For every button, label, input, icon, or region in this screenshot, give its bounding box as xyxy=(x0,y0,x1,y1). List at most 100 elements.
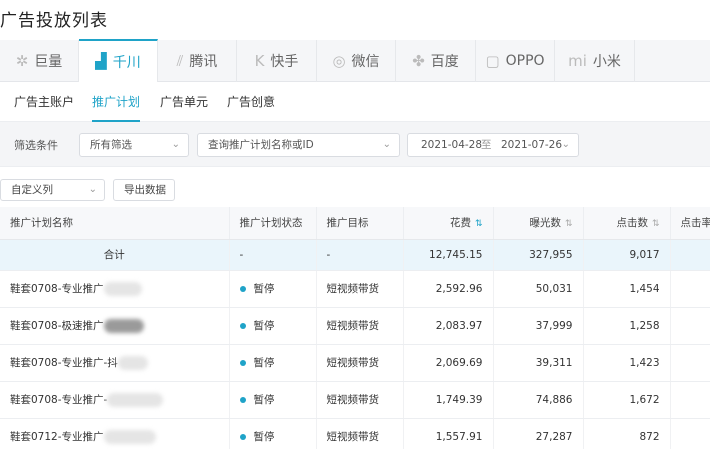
tab-tencent[interactable]: ⫽ 腾讯 xyxy=(158,40,237,82)
ad-list-page: 广告投放列表 ✲ 巨量 ▟ 千川 ⫽ 腾讯 K 快手 ◎ 微信 ✤ 百度 ▢ O… xyxy=(0,0,710,449)
juliang-icon: ✲ xyxy=(15,51,29,70)
campaign-impressions: 74,886 xyxy=(493,381,584,419)
campaign-clicks: 1,258 xyxy=(583,307,671,345)
col-header-name: 推广计划名称 xyxy=(0,207,230,240)
campaign-ctr xyxy=(670,307,710,345)
status-text: 暂停 xyxy=(253,283,275,295)
chevron-down-icon: ⌄ xyxy=(382,139,391,150)
total-ctr xyxy=(670,239,710,271)
col-header-cost[interactable]: 花费 ⇅ xyxy=(403,207,494,240)
campaign-ctr xyxy=(670,270,710,308)
table-row[interactable]: 鞋套0708-专业推广-抖 暂停 短视频带货 2,069.69 39,311 1… xyxy=(0,344,710,382)
campaign-goal: 短视频带货 xyxy=(316,381,404,419)
custom-columns-label: 自定义列 xyxy=(11,184,53,196)
table-row[interactable]: 鞋套0708-极速推广 暂停 短视频带货 2,083.97 37,999 1,2… xyxy=(0,307,710,345)
tab-juliang[interactable]: ✲ 巨量 xyxy=(0,40,79,82)
status-text: 暂停 xyxy=(253,320,275,332)
tab-label: 千川 xyxy=(112,54,141,71)
qianchuan-icon: ▟ xyxy=(95,52,107,70)
campaign-cost: 2,069.69 xyxy=(403,344,494,382)
chevron-down-icon: ⌄ xyxy=(171,139,180,150)
campaign-status: 暂停 xyxy=(229,344,317,382)
tab-kuaishou[interactable]: K 快手 xyxy=(237,40,317,82)
total-cost: 12,745.15 xyxy=(403,239,494,271)
total-clicks: 9,017 xyxy=(583,239,671,271)
page-title: 广告投放列表 xyxy=(0,11,108,31)
tab-ad-unit[interactable]: 广告单元 xyxy=(160,82,208,122)
campaign-clicks: 1,454 xyxy=(583,270,671,308)
platform-tab-bar: ✲ 巨量 ▟ 千川 ⫽ 腾讯 K 快手 ◎ 微信 ✤ 百度 ▢ OPPO mi xyxy=(0,39,710,82)
date-to: 2021-07-26 xyxy=(501,139,563,151)
total-goal: - xyxy=(316,239,404,271)
campaign-goal: 短视频带货 xyxy=(316,344,404,382)
date-separator: 至 xyxy=(481,139,492,151)
filter-scope-select[interactable]: 所有筛选 ⌄ xyxy=(79,133,189,157)
tab-oppo[interactable]: ▢ OPPO xyxy=(476,40,555,82)
campaign-cost: 2,083.97 xyxy=(403,307,494,345)
sort-icon[interactable]: ⇅ xyxy=(652,219,660,229)
campaign-name[interactable]: 鞋套0708-专业推广- xyxy=(0,381,230,419)
campaign-impressions: 37,999 xyxy=(493,307,584,345)
campaign-status: 暂停 xyxy=(229,307,317,345)
campaign-status: 暂停 xyxy=(229,381,317,419)
campaign-name[interactable]: 鞋套0708-专业推广 xyxy=(0,270,230,308)
campaign-cost: 1,557.91 xyxy=(403,418,494,449)
sort-icon[interactable]: ⇅ xyxy=(475,219,483,229)
campaign-goal: 短视频带货 xyxy=(316,270,404,308)
tab-label: 巨量 xyxy=(34,54,63,70)
redacted-mask xyxy=(103,430,156,444)
tab-wechat[interactable]: ◎ 微信 xyxy=(317,40,396,82)
filter-label: 筛选条件 xyxy=(14,139,58,152)
col-header-clicks[interactable]: 点击数 ⇅ xyxy=(583,207,671,240)
campaign-ctr xyxy=(670,418,710,449)
status-text: 暂停 xyxy=(253,431,275,443)
campaign-ctr xyxy=(670,344,710,382)
campaign-name-text: 鞋套0708-专业推广- xyxy=(10,394,108,406)
status-dot-icon xyxy=(239,323,246,329)
campaign-table: 推广计划名称 推广计划状态 推广目标 花费 ⇅ 曝光数 ⇅ 点击数 ⇅ 点击率 合计 … xyxy=(0,207,710,449)
date-from: 2021-04-28 xyxy=(421,139,483,151)
tab-ad-creative[interactable]: 广告创意 xyxy=(227,82,275,122)
campaign-clicks: 872 xyxy=(583,418,671,449)
campaign-search-select[interactable]: 查询推广计划名称或ID ⌄ xyxy=(197,133,400,157)
export-button[interactable]: 导出数据 xyxy=(113,179,175,201)
date-range-picker[interactable]: 2021-04-28 至 2021-07-26 ⌄ xyxy=(407,133,579,157)
campaign-impressions: 27,287 xyxy=(493,418,584,449)
tab-label: OPPO xyxy=(505,53,545,69)
tab-xiaomi[interactable]: mi 小米 xyxy=(555,40,635,82)
campaign-impressions: 50,031 xyxy=(493,270,584,308)
tab-campaign-plan[interactable]: 推广计划 xyxy=(92,82,141,122)
table-row[interactable]: 鞋套0708-专业推广- 暂停 短视频带货 1,749.39 74,886 1,… xyxy=(0,381,710,419)
col-header-ctr: 点击率 xyxy=(670,207,710,240)
campaign-impressions: 39,311 xyxy=(493,344,584,382)
campaign-status: 暂停 xyxy=(229,270,317,308)
oppo-icon: ▢ xyxy=(485,51,500,70)
campaign-name[interactable]: 鞋套0708-专业推广-抖 xyxy=(0,344,230,382)
custom-columns-select[interactable]: 自定义列 ⌄ xyxy=(0,179,105,201)
table-toolbar: 自定义列 ⌄ 导出数据 xyxy=(0,167,710,207)
tab-label: 小米 xyxy=(592,54,621,70)
status-dot-icon xyxy=(239,286,246,292)
redacted-mask xyxy=(107,393,164,407)
total-impressions: 327,955 xyxy=(493,239,584,271)
campaign-name[interactable]: 鞋套0712-专业推广 xyxy=(0,418,230,449)
filter-bar: 筛选条件 所有筛选 ⌄ 查询推广计划名称或ID ⌄ 2021-04-28 至 2… xyxy=(0,122,710,167)
campaign-name[interactable]: 鞋套0708-极速推广 xyxy=(0,307,230,345)
tab-label: 腾讯 xyxy=(189,54,218,70)
tab-qianchuan[interactable]: ▟ 千川 xyxy=(79,39,158,82)
table-row[interactable]: 鞋套0708-专业推广 暂停 短视频带货 2,592.96 50,031 1,4… xyxy=(0,270,710,308)
redacted-mask xyxy=(117,356,148,370)
col-header-impressions-label: 曝光数 xyxy=(529,217,561,230)
status-dot-icon xyxy=(239,434,246,440)
campaign-clicks: 1,672 xyxy=(583,381,671,419)
tab-advertiser-account[interactable]: 广告主账户 xyxy=(14,82,74,122)
tab-baidu[interactable]: ✤ 百度 xyxy=(396,40,476,82)
chevron-down-icon: ⌄ xyxy=(561,139,570,150)
col-header-impressions[interactable]: 曝光数 ⇅ xyxy=(493,207,584,240)
xiaomi-icon: mi xyxy=(568,51,587,70)
sort-icon[interactable]: ⇅ xyxy=(565,219,573,229)
campaign-name-text: 鞋套0708-极速推广 xyxy=(10,320,104,332)
table-row[interactable]: 鞋套0712-专业推广 暂停 短视频带货 1,557.91 27,287 872 xyxy=(0,418,710,449)
status-text: 暂停 xyxy=(253,394,275,406)
tab-label: 微信 xyxy=(351,54,380,70)
